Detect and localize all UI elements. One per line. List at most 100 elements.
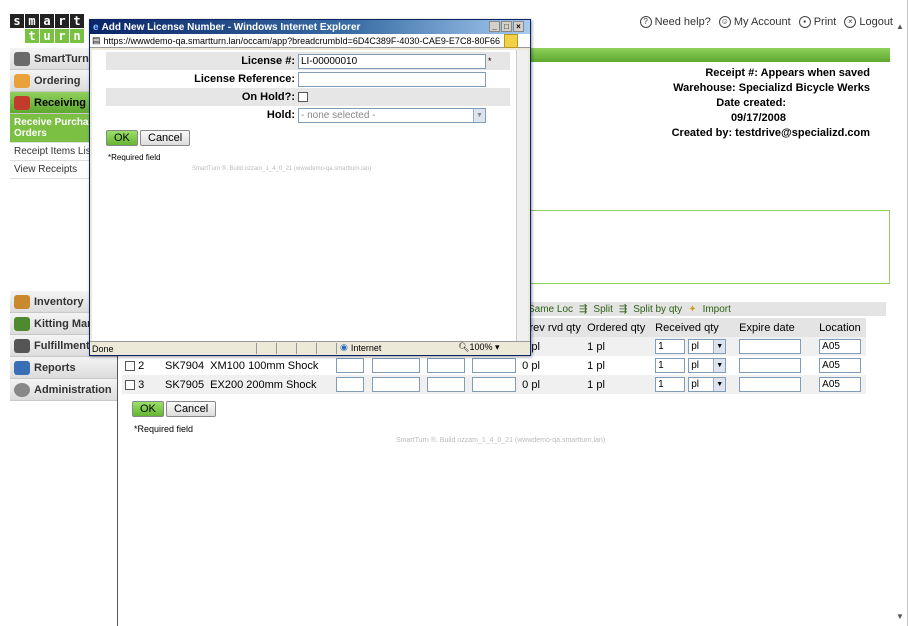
import-icon: ✦ [688,303,697,315]
help-icon: ? [639,16,652,28]
globe-icon: ◉ [340,342,348,352]
logo-letter: t [70,14,84,28]
split-by-qty-icon: ⇶ [618,303,628,315]
page-icon: ▤ [92,35,101,45]
popup-status-bar: Done ◉ Internet 🔍︎100% ▾ [90,341,530,355]
unit-select[interactable]: pl ▼ [688,358,727,373]
zone-label: Internet [350,342,382,353]
on-hold-row: On Hold?: [106,88,510,106]
receipt-date-created: Date created: 09/17/2008 [716,97,786,124]
unit-select[interactable]: pl ▼ [688,339,727,354]
page-scrollbar[interactable]: ▲ ▼ [895,16,907,626]
popup-cancel-button[interactable]: Cancel [140,130,191,146]
logo-letter: u [40,29,54,43]
lock-icon[interactable] [504,34,518,48]
boxes-icon [14,294,30,309]
build-info: SmartTurn ®. Build ozzam_1_4_0_21 (wwwde… [396,437,606,444]
logo-letter: m [25,14,39,28]
popup-content: License #: LI-00000010 * License Referen… [92,50,516,342]
people-icon [14,51,30,66]
logo-letter: n [70,29,84,43]
close-button[interactable]: × [513,21,524,32]
chevron-down-icon: ▼ [713,378,726,391]
add-license-popup-window: e Add New License Number - Windows Inter… [89,19,531,356]
address-bar[interactable]: ▤ https://wwwdemo-qa.smartturn.lan/occam… [90,34,530,48]
table-row: 2 SK7904 XM100 100mm Shock 0 pl 1 pl 1 p… [122,356,866,375]
license-number-input[interactable]: LI-00000010 [298,53,486,69]
license-number-row: License #: LI-00000010 * [106,52,510,70]
expire-date-input[interactable] [739,339,802,354]
gear-icon [14,382,30,397]
my-account-link[interactable]: ☺ My Account [718,16,791,28]
row-checkbox[interactable] [125,379,135,390]
table-row: 3 SK7905 EX200 200mm Shock 0 pl 1 pl 1 p… [122,375,867,394]
expire-date-input[interactable] [739,358,802,373]
nav-administration[interactable]: Administration [10,379,117,401]
row-input[interactable] [372,358,421,373]
required-star: * [488,56,492,66]
license-reference-row: License Reference: [106,70,510,88]
truck-icon [14,338,30,353]
scroll-down-icon[interactable]: ▼ [895,612,905,622]
import-button[interactable]: Import [703,304,731,315]
location-input[interactable]: A05 [819,377,862,392]
row-input[interactable] [427,377,466,392]
col-received-qty: Received qty [652,318,737,337]
items-toolbar: Same Loc ⇶ Split ⇶ Split by qty ✦ Import [526,302,886,316]
logout-link[interactable]: × Logout [844,16,893,28]
truck-icon [14,95,30,110]
zoom-control[interactable]: 🔍︎100% ▾ [458,342,500,353]
print-link[interactable]: ▪ Print [798,16,836,28]
notes-panel [526,210,890,284]
logo-letter: a [40,14,54,28]
split-by-qty-button[interactable]: Split by qty [633,304,682,315]
row-input[interactable] [372,377,421,392]
smartturn-logo[interactable]: s m a r t t u r n [10,14,90,44]
popup-scrollbar[interactable] [516,50,528,342]
logout-icon: × [844,16,857,28]
row-checkbox[interactable] [125,360,135,371]
location-input[interactable]: A05 [819,358,862,373]
account-icon: ☺ [718,16,731,28]
split-button[interactable]: Split [593,304,612,315]
received-qty-input[interactable]: 1 [655,377,686,392]
col-location: Location [816,318,867,337]
col-ordered-qty: Ordered qty [584,318,653,337]
row-input[interactable] [427,358,466,373]
header-green-bar [526,48,890,62]
status-text: Done [92,343,114,354]
cancel-button[interactable]: Cancel [166,401,217,417]
popup-title-bar[interactable]: e Add New License Number - Windows Inter… [90,20,530,34]
received-qty-input[interactable]: 1 [655,339,686,354]
kit-icon [14,316,30,331]
ie-icon: e [93,21,99,33]
hold-row: Hold: - none selected - ▼ [106,106,510,124]
license-reference-label: License Reference: [194,73,295,85]
hold-select[interactable]: - none selected - ▼ [298,107,486,123]
logo-letter: t [25,29,39,43]
zoom-icon: 🔍︎ [458,342,470,352]
chevron-down-icon: ▼ [713,340,726,353]
maximize-button[interactable]: □ [501,21,512,32]
row-input[interactable] [472,358,517,373]
receipt-created-by: Created by: testdrive@specializd.com [671,127,870,139]
ok-button[interactable]: OK [132,401,164,417]
minimize-button[interactable]: _ [489,21,500,32]
logo-letter: r [55,14,69,28]
license-reference-input[interactable] [298,71,486,87]
row-input[interactable] [336,377,365,392]
hold-label: Hold: [266,109,295,121]
expire-date-input[interactable] [739,377,802,392]
popup-ok-button[interactable]: OK [106,130,138,146]
on-hold-checkbox[interactable] [298,92,308,102]
row-input[interactable] [336,358,365,373]
nav-reports[interactable]: Reports [10,357,117,379]
logo-letter: s [10,14,24,28]
row-input[interactable] [472,377,517,392]
need-help-link[interactable]: ? Need help? [639,16,711,28]
unit-select[interactable]: pl ▼ [688,377,727,392]
location-input[interactable]: A05 [819,339,862,354]
received-qty-input[interactable]: 1 [655,358,686,373]
same-loc-button[interactable]: Same Loc [528,304,573,315]
scroll-up-icon[interactable]: ▲ [895,22,905,32]
